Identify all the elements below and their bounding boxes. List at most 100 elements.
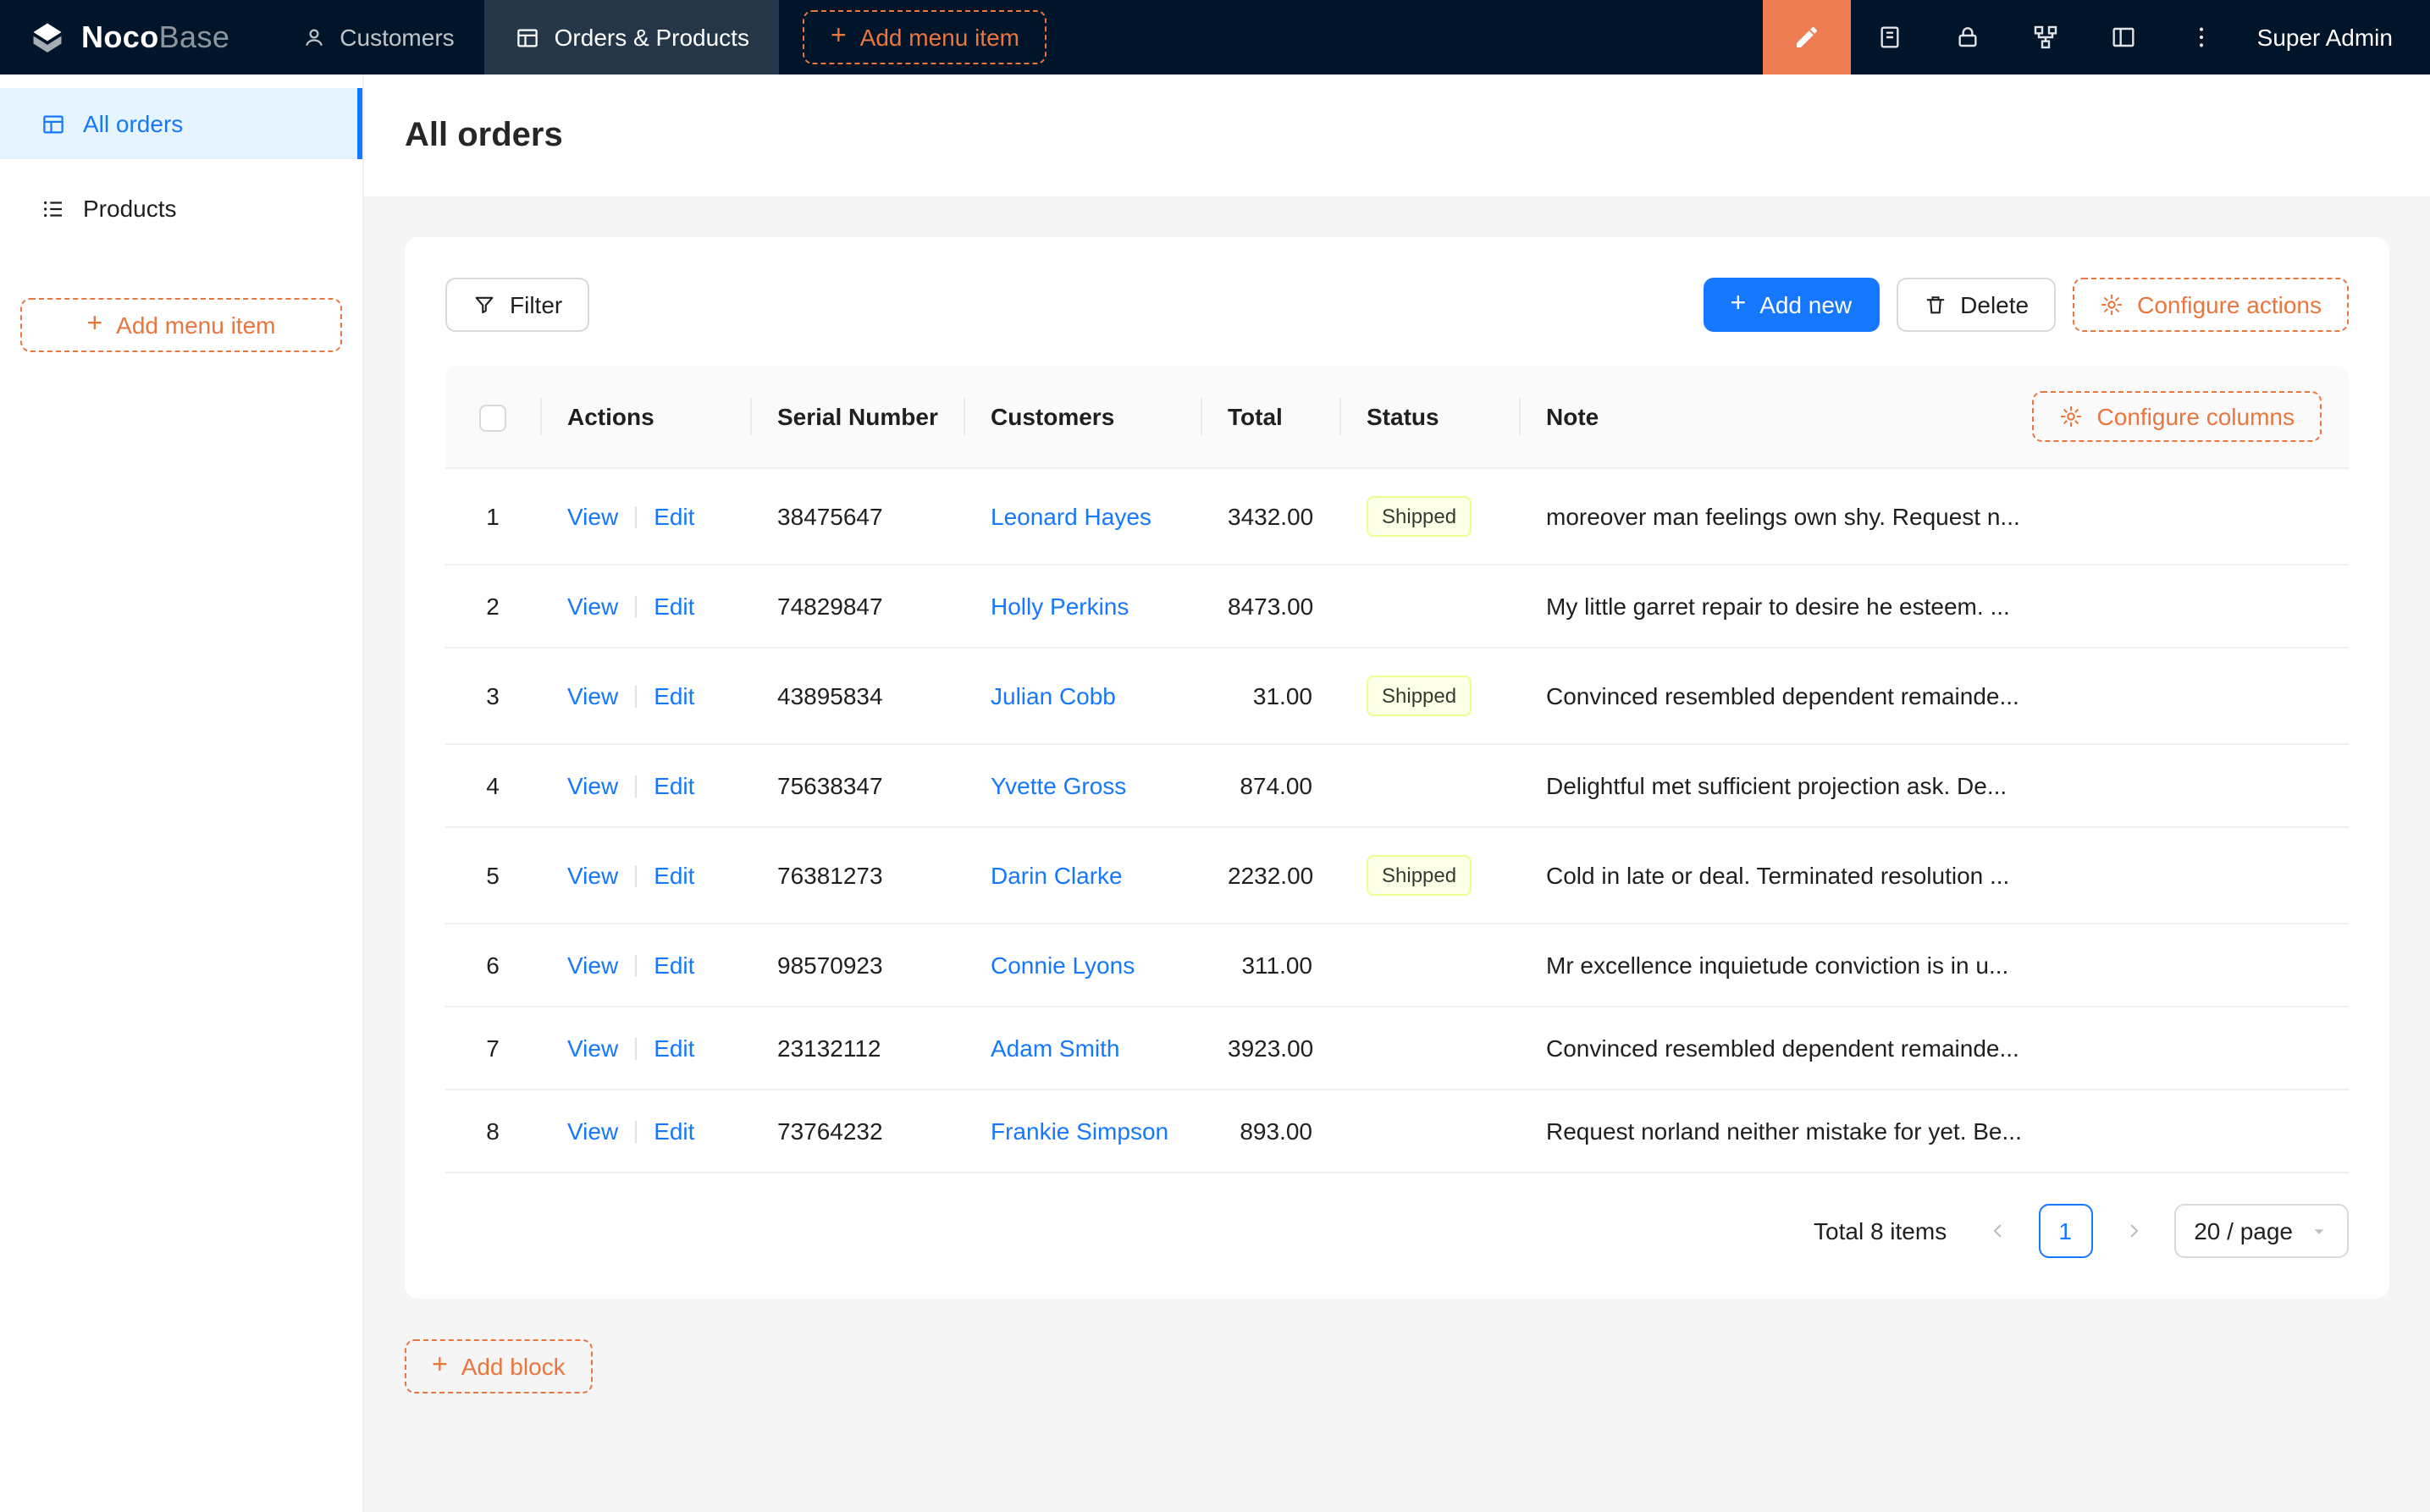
serial-number: 75638347 xyxy=(777,772,883,799)
serial-number: 38475647 xyxy=(777,503,883,530)
view-link[interactable]: View xyxy=(567,682,618,709)
view-link[interactable]: View xyxy=(567,952,618,979)
customer-link[interactable]: Leonard Hayes xyxy=(991,503,1151,530)
sidebar-item-products[interactable]: Products xyxy=(0,173,362,244)
sidebar-add-menu-item-button[interactable]: + Add menu item xyxy=(20,298,342,352)
table-row[interactable]: 4 ViewEdit 75638347 Yvette Gross 874.00 … xyxy=(445,745,2349,828)
sidebar: All orders Products + Add menu item xyxy=(0,74,364,1512)
layout-button[interactable] xyxy=(2085,0,2162,74)
edit-link[interactable]: Edit xyxy=(654,862,694,889)
table-row[interactable]: 3 ViewEdit 43895834 Julian Cobb 31.00 Sh… xyxy=(445,648,2349,745)
content-area: Filter + Add new xyxy=(364,196,2430,1512)
plus-icon: + xyxy=(432,1352,448,1379)
configure-columns-button[interactable]: Configure columns xyxy=(2033,391,2322,442)
add-new-button[interactable]: + Add new xyxy=(1704,278,1880,332)
view-link[interactable]: View xyxy=(567,862,618,889)
customer-link[interactable]: Holly Perkins xyxy=(991,593,1129,620)
tab-orders-products[interactable]: Orders & Products xyxy=(485,0,780,74)
sidebar-item-all-orders[interactable]: All orders xyxy=(0,88,362,159)
note-text: Request norland neither mistake for yet.… xyxy=(1546,1117,2022,1145)
table-row[interactable]: 2 ViewEdit 74829847 Holly Perkins 8473.0… xyxy=(445,566,2349,648)
note-text: Convinced resembled dependent remainde..… xyxy=(1546,1035,2019,1062)
more-button[interactable] xyxy=(2162,0,2240,74)
edit-link[interactable]: Edit xyxy=(654,772,694,799)
row-index: 7 xyxy=(486,1035,500,1062)
total-value: 3923.00 xyxy=(1228,1035,1313,1062)
edit-link[interactable]: Edit xyxy=(654,1035,694,1062)
previous-page-button[interactable] xyxy=(1970,1204,2024,1258)
customer-link[interactable]: Connie Lyons xyxy=(991,952,1135,979)
edit-link[interactable]: Edit xyxy=(654,503,694,530)
add-block-button[interactable]: + Add block xyxy=(405,1339,593,1393)
customer-link[interactable]: Julian Cobb xyxy=(991,682,1116,709)
action-divider xyxy=(635,955,637,977)
select-all-checkbox[interactable] xyxy=(479,404,506,431)
notebook-icon xyxy=(1876,24,1903,51)
status-tag: Shipped xyxy=(1367,676,1472,716)
edit-link[interactable]: Edit xyxy=(654,1117,694,1145)
note-text: moreover man feelings own shy. Request n… xyxy=(1546,503,2020,530)
column-header-status: Status xyxy=(1339,366,1519,469)
row-index: 3 xyxy=(486,682,500,709)
view-link[interactable]: View xyxy=(567,1035,618,1062)
page-1-button[interactable]: 1 xyxy=(2038,1204,2092,1258)
tab-customers[interactable]: Customers xyxy=(270,0,484,74)
view-link[interactable]: View xyxy=(567,503,618,530)
customer-link[interactable]: Frankie Simpson xyxy=(991,1117,1168,1145)
pagination: Total 8 items 1 20 / page xyxy=(445,1204,2349,1258)
edit-link[interactable]: Edit xyxy=(654,682,694,709)
table-icon xyxy=(516,25,541,50)
app-root: NocoBase Customers Orders & Products xyxy=(0,0,2430,1512)
serial-number: 98570923 xyxy=(777,952,883,979)
view-link[interactable]: View xyxy=(567,1117,618,1145)
column-header-customers: Customers xyxy=(964,366,1201,469)
action-divider xyxy=(635,1038,637,1060)
edit-link[interactable]: Edit xyxy=(654,593,694,620)
note-text: Convinced resembled dependent remainde..… xyxy=(1546,682,2019,709)
customer-link[interactable]: Darin Clarke xyxy=(991,862,1123,889)
nocobase-logo[interactable]: NocoBase xyxy=(0,0,250,74)
table-row[interactable]: 6 ViewEdit 98570923 Connie Lyons 311.00 … xyxy=(445,924,2349,1007)
header-add-menu-item-button[interactable]: + Add menu item xyxy=(804,10,1047,64)
filter-button[interactable]: Filter xyxy=(445,278,589,332)
table-row[interactable]: 7 ViewEdit 23132112 Adam Smith 3923.00 C… xyxy=(445,1007,2349,1090)
user-menu[interactable]: Super Admin xyxy=(2240,0,2430,74)
edit-link[interactable]: Edit xyxy=(654,952,694,979)
ui-editor-button[interactable] xyxy=(1763,0,1851,74)
status-tag: Shipped xyxy=(1367,855,1472,896)
notebook-button[interactable] xyxy=(1851,0,1929,74)
customer-link[interactable]: Adam Smith xyxy=(991,1035,1120,1062)
action-divider xyxy=(635,686,637,708)
column-header-total: Total xyxy=(1201,366,1339,469)
edit-pencil-icon xyxy=(1793,24,1820,51)
configure-actions-button[interactable]: Configure actions xyxy=(2073,278,2349,332)
sidebar-item-label: Products xyxy=(83,195,177,222)
table-row[interactable]: 5 ViewEdit 76381273 Darin Clarke 2232.00… xyxy=(445,828,2349,924)
table-row[interactable]: 1 ViewEdit 38475647 Leonard Hayes 3432.0… xyxy=(445,469,2349,566)
view-link[interactable]: View xyxy=(567,772,618,799)
customer-link[interactable]: Yvette Gross xyxy=(991,772,1126,799)
sidebar-item-label: All orders xyxy=(83,110,183,137)
gear-icon xyxy=(2060,405,2084,428)
delete-button[interactable]: Delete xyxy=(1896,278,2056,332)
api-button[interactable] xyxy=(2007,0,2085,74)
note-text: Cold in late or deal. Terminated resolut… xyxy=(1546,862,2009,889)
view-link[interactable]: View xyxy=(567,593,618,620)
trash-icon xyxy=(1923,293,1947,317)
total-value: 2232.00 xyxy=(1228,862,1313,889)
note-text: Mr excellence inquietude conviction is i… xyxy=(1546,952,2008,979)
serial-number: 73764232 xyxy=(777,1117,883,1145)
lock-button[interactable] xyxy=(1929,0,2007,74)
note-text: Delightful met sufficient projection ask… xyxy=(1546,772,2007,799)
chevron-right-icon xyxy=(2123,1221,2143,1241)
users-icon xyxy=(301,25,326,50)
next-page-button[interactable] xyxy=(2106,1204,2160,1258)
column-header-serial-number: Serial Number xyxy=(750,366,964,469)
total-value: 8473.00 xyxy=(1228,593,1313,620)
table-row[interactable]: 8 ViewEdit 73764232 Frankie Simpson 893.… xyxy=(445,1090,2349,1173)
top-header: NocoBase Customers Orders & Products xyxy=(0,0,2430,74)
page-size-select[interactable]: 20 / page xyxy=(2173,1204,2349,1258)
header-tools xyxy=(1763,0,2240,74)
column-header-actions: Actions xyxy=(540,366,750,469)
lock-icon xyxy=(1954,24,1981,51)
